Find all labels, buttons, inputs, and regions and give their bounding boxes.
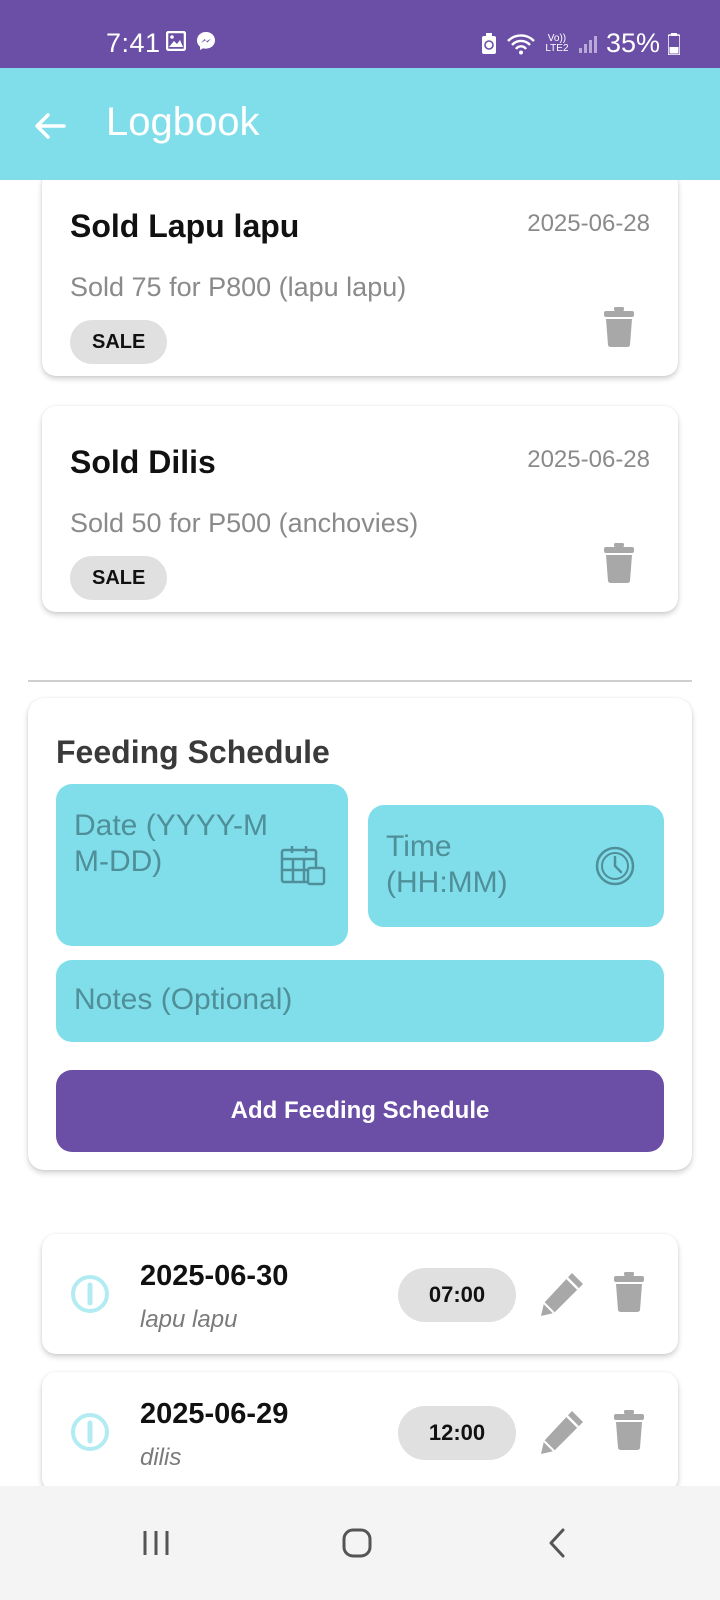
schedule-card: 2025-06-30 lapu lapu 07:00 bbox=[42, 1234, 678, 1354]
edit-icon[interactable] bbox=[538, 1270, 586, 1318]
feeding-schedule-title: Feeding Schedule bbox=[56, 734, 330, 770]
schedule-date: 2025-06-30 bbox=[140, 1260, 289, 1292]
wifi-icon bbox=[507, 33, 535, 54]
battery-saver-icon bbox=[481, 32, 496, 54]
pending-status-icon[interactable] bbox=[70, 1274, 110, 1314]
log-description: Sold 75 for P800 (lapu lapu) bbox=[70, 272, 407, 302]
feeding-schedule-card: Feeding Schedule Date (YYYY-MM-DD) Time … bbox=[28, 698, 692, 1170]
sale-badge: SALE bbox=[70, 320, 168, 364]
status-time: 7:41 bbox=[106, 28, 161, 58]
battery-percent: 35% bbox=[605, 28, 660, 58]
pending-status-icon[interactable] bbox=[70, 1412, 110, 1452]
status-bar: 7:41 Vo)) LTE2 35% bbox=[0, 0, 720, 68]
logbook-content[interactable]: Sold Lapu lapu 2025-06-28 Sold 75 for P8… bbox=[0, 180, 720, 1486]
recent-apps-icon[interactable] bbox=[140, 1526, 172, 1560]
date-placeholder: Date (YYYY-MM-DD) bbox=[74, 809, 268, 878]
log-title: Sold Lapu lapu bbox=[70, 208, 300, 244]
app-bar: Logbook bbox=[0, 68, 720, 180]
trash-icon[interactable] bbox=[602, 542, 636, 584]
log-card: Sold Lapu lapu 2025-06-28 Sold 75 for P8… bbox=[42, 180, 678, 376]
log-description: Sold 50 for P500 (anchovies) bbox=[70, 508, 419, 538]
notes-field[interactable]: Notes (Optional) bbox=[56, 960, 664, 1042]
log-date: 2025-06-28 bbox=[527, 446, 650, 473]
network-label: Vo)) LTE2 bbox=[545, 32, 569, 54]
trash-icon[interactable] bbox=[612, 1408, 646, 1452]
log-card: Sold Dilis 2025-06-28 Sold 50 for P500 (… bbox=[42, 406, 678, 612]
add-feeding-schedule-button[interactable]: Add Feeding Schedule bbox=[56, 1070, 664, 1152]
schedule-card: 2025-06-29 dilis 12:00 bbox=[42, 1372, 678, 1486]
sale-badge: SALE bbox=[70, 556, 168, 600]
schedule-time-chip: 12:00 bbox=[398, 1406, 516, 1460]
back-nav-icon[interactable] bbox=[544, 1526, 572, 1560]
home-icon[interactable] bbox=[340, 1526, 374, 1560]
log-date: 2025-06-28 bbox=[527, 210, 650, 237]
signal-icon bbox=[578, 35, 597, 53]
calendar-icon[interactable] bbox=[280, 844, 326, 886]
time-field[interactable]: Time (HH:MM) bbox=[368, 805, 664, 927]
schedule-date: 2025-06-29 bbox=[140, 1398, 289, 1430]
gallery-icon bbox=[166, 31, 186, 51]
date-field[interactable]: Date (YYYY-MM-DD) bbox=[56, 784, 348, 946]
messenger-icon bbox=[197, 32, 215, 50]
page-title: Logbook bbox=[106, 100, 260, 144]
log-title: Sold Dilis bbox=[70, 444, 216, 480]
schedule-note: lapu lapu bbox=[140, 1306, 238, 1333]
schedule-note: dilis bbox=[140, 1444, 182, 1471]
trash-icon[interactable] bbox=[602, 306, 636, 348]
clock-icon[interactable] bbox=[594, 845, 636, 887]
status-right: Vo)) LTE2 35% bbox=[480, 28, 680, 59]
battery-icon bbox=[668, 32, 680, 55]
section-divider bbox=[28, 680, 692, 682]
system-nav-bar bbox=[0, 1486, 720, 1600]
edit-icon[interactable] bbox=[538, 1408, 586, 1456]
time-placeholder: Time (HH:MM) bbox=[386, 830, 508, 899]
schedule-time-chip: 07:00 bbox=[398, 1268, 516, 1322]
arrow-left-icon[interactable] bbox=[30, 106, 70, 146]
notes-placeholder: Notes (Optional) bbox=[74, 983, 293, 1016]
trash-icon[interactable] bbox=[612, 1270, 646, 1314]
